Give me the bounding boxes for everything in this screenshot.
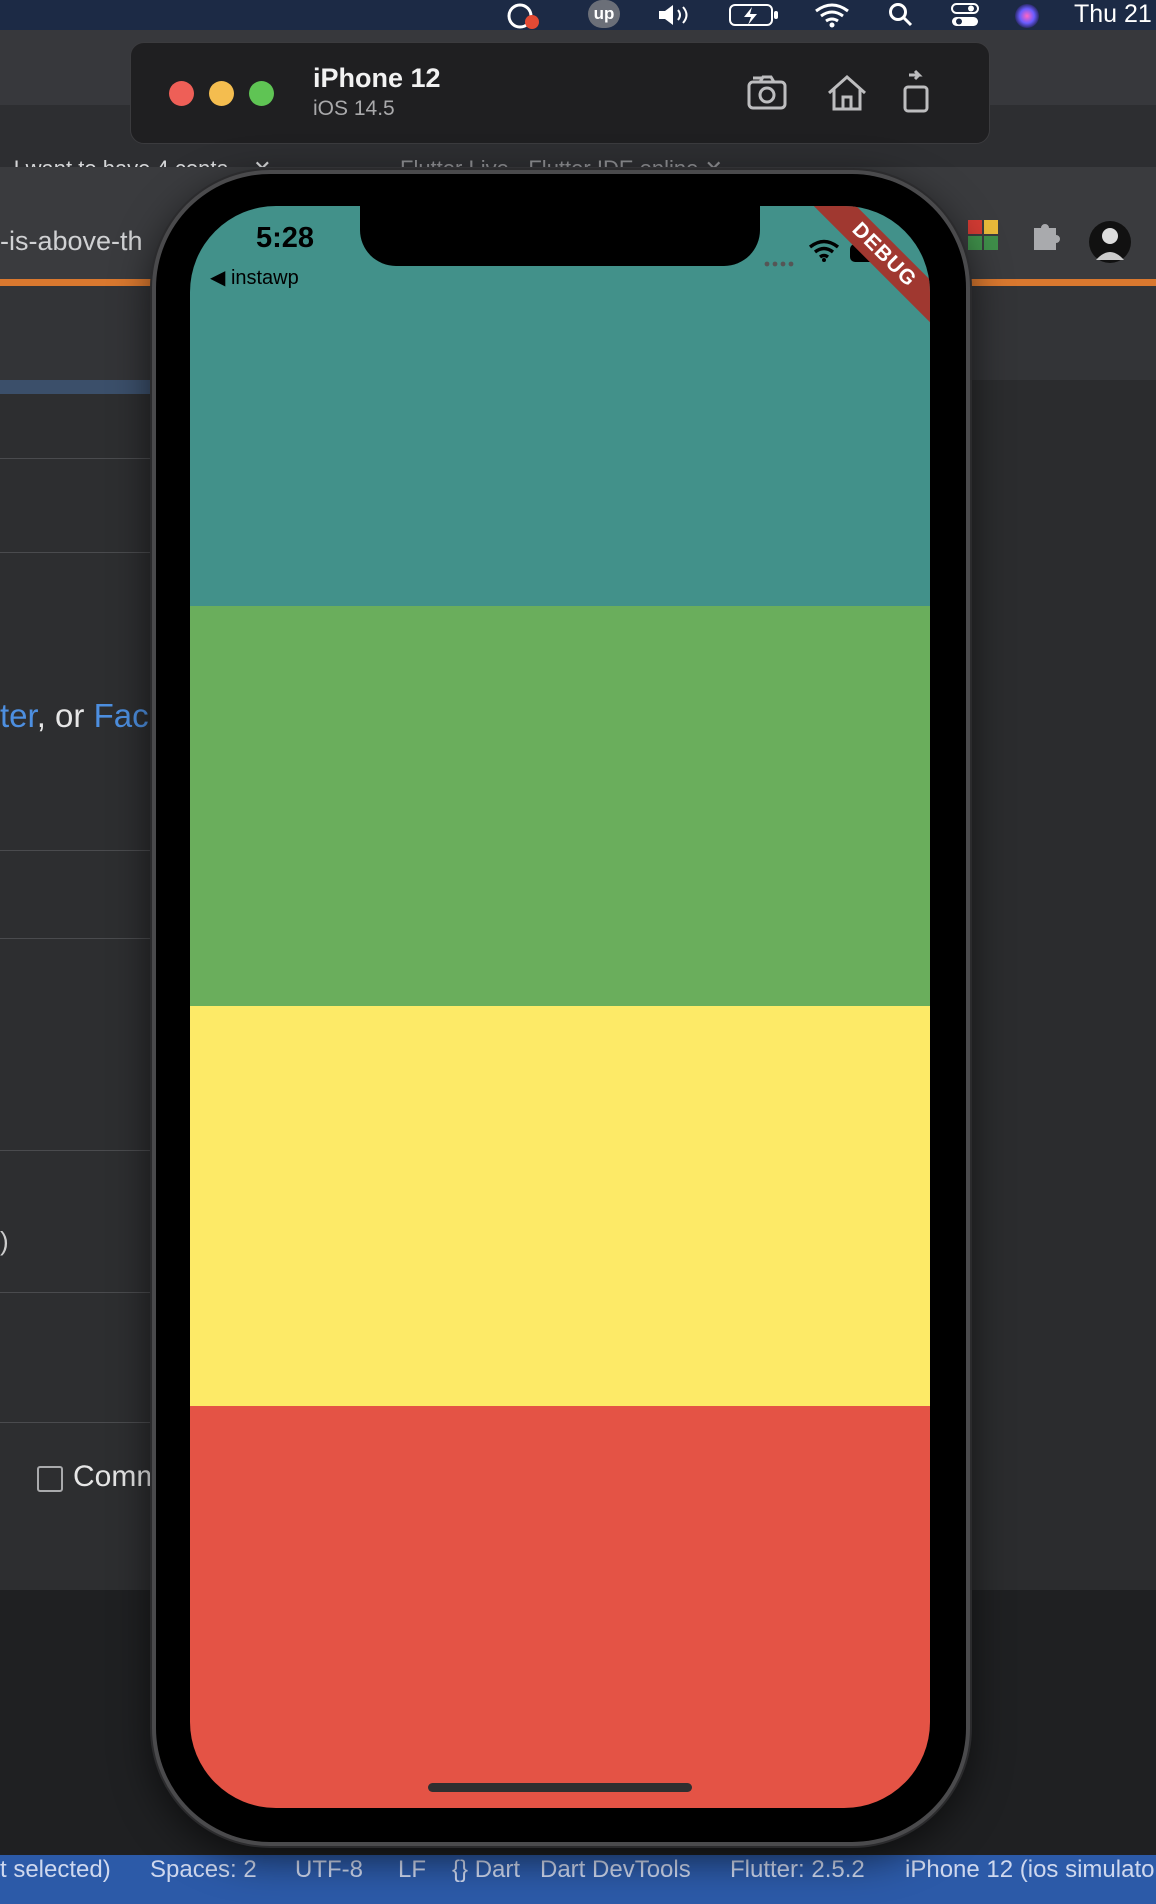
status-time: 5:28 xyxy=(256,222,315,254)
yellow-container xyxy=(190,1006,930,1406)
divider xyxy=(0,850,152,851)
comment-checkbox[interactable] xyxy=(37,1466,63,1492)
simulator-title-bar: iPhone 12 iOS 14.5 xyxy=(130,42,990,144)
close-window-button[interactable] xyxy=(169,81,194,106)
status-device[interactable]: iPhone 12 (ios simulator) xyxy=(905,1855,1156,1885)
status-spaces[interactable]: Spaces: 2 xyxy=(150,1855,257,1885)
battery-icon[interactable] xyxy=(728,2,780,28)
minimize-window-button[interactable] xyxy=(209,81,234,106)
status-language[interactable]: {} Dart xyxy=(452,1855,520,1885)
siri-icon[interactable] xyxy=(1012,2,1042,30)
menu-clock[interactable]: Thu 21 xyxy=(1074,0,1152,28)
status-eol[interactable]: LF xyxy=(398,1855,426,1885)
wifi-status-icon xyxy=(808,238,840,267)
spotlight-search-icon[interactable] xyxy=(888,2,914,28)
link-separator: , or xyxy=(36,697,94,734)
home-button-icon[interactable] xyxy=(823,69,871,117)
twitter-link[interactable]: ter xyxy=(0,697,37,734)
volume-icon[interactable] xyxy=(656,2,696,28)
share-links-text: ter, or Fac xyxy=(0,697,149,735)
divider xyxy=(0,552,152,553)
fullscreen-window-button[interactable] xyxy=(249,81,274,106)
green-container xyxy=(190,606,930,1006)
divider xyxy=(0,1422,152,1423)
divider xyxy=(0,1292,152,1293)
puzzle-extensions-icon[interactable] xyxy=(1028,218,1062,257)
page-content-left xyxy=(0,380,152,1590)
extension-icon[interactable] xyxy=(966,218,1000,257)
profile-avatar[interactable] xyxy=(1088,220,1132,269)
control-center-icon[interactable] xyxy=(950,2,980,28)
simulator-os-version: iOS 14.5 xyxy=(313,97,395,120)
paren-text: ) xyxy=(0,1226,9,1256)
status-devtools[interactable]: Dart DevTools xyxy=(540,1855,691,1885)
creative-cloud-icon[interactable] xyxy=(506,2,540,30)
back-to-app-link[interactable]: ◀ instawp xyxy=(210,265,299,290)
iphone-screen[interactable]: 5:28 ◀ instawp DEBUG xyxy=(190,206,930,1808)
divider xyxy=(0,938,152,939)
status-encoding[interactable]: UTF-8 xyxy=(295,1855,363,1885)
page-content-right xyxy=(970,380,1156,1590)
url-text[interactable]: -is-above-th xyxy=(0,226,143,257)
comment-checkbox-label: Comm xyxy=(73,1460,162,1493)
wifi-icon[interactable] xyxy=(814,2,850,28)
divider xyxy=(0,1150,152,1151)
page-selection-strip xyxy=(0,380,152,394)
rotate-device-icon[interactable] xyxy=(895,69,943,117)
simulator-device-name: iPhone 12 xyxy=(313,63,441,93)
cellular-signal-icon xyxy=(764,254,798,272)
status-flutter-version[interactable]: Flutter: 2.5.2 xyxy=(730,1855,865,1885)
divider xyxy=(0,458,152,459)
screenshot-camera-icon[interactable] xyxy=(745,69,793,117)
iphone-notch xyxy=(360,206,760,266)
upwork-icon[interactable]: up xyxy=(588,0,620,28)
status-selection[interactable]: t selected) xyxy=(0,1855,111,1885)
red-container xyxy=(190,1406,930,1808)
facebook-link[interactable]: Fac xyxy=(94,697,149,734)
mac-menu-bar: up Thu 21 xyxy=(0,0,1156,30)
editor-status-bar: t selected) Spaces: 2 UTF-8 LF {} Dart D… xyxy=(0,1855,1156,1904)
home-indicator[interactable] xyxy=(428,1783,692,1792)
